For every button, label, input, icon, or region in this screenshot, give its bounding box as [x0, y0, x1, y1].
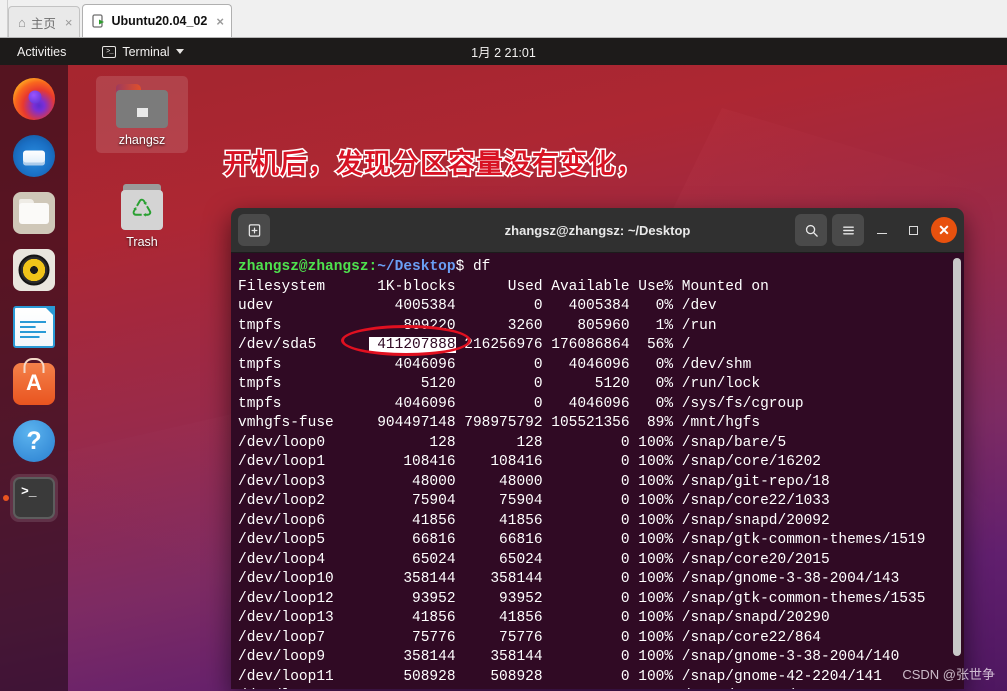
- terminal-icon: >_: [102, 45, 117, 58]
- dock-item-ubuntu-software[interactable]: [10, 360, 58, 408]
- terminal-header-controls: ✕: [795, 214, 957, 246]
- screen: ⌂ 主页 × Ubuntu20.04_02 × Activities >_ Te: [0, 0, 1007, 691]
- close-icon[interactable]: ✕: [931, 217, 957, 243]
- desktop-icon-trash[interactable]: Trash: [96, 176, 188, 255]
- vm-tab-bar: ⌂ 主页 × Ubuntu20.04_02 ×: [0, 0, 1007, 38]
- minimize-icon[interactable]: [869, 217, 895, 243]
- ubuntu-software-icon: [13, 363, 55, 405]
- home-icon: ⌂: [18, 14, 26, 30]
- vm-tab-home[interactable]: ⌂ 主页 ×: [8, 6, 81, 37]
- desktop-icon-home-folder[interactable]: zhangsz: [96, 76, 188, 153]
- annotation-text-label: 开机后，发现分区容量没有变化，: [223, 148, 645, 181]
- tab-bar-stub: [0, 0, 8, 37]
- home-folder-icon: [116, 84, 168, 128]
- vm-tab-ubuntu-label: Ubuntu20.04_02: [111, 14, 208, 28]
- clock[interactable]: 1月 2 21:01: [471, 42, 536, 61]
- firefox-icon: [13, 78, 55, 120]
- files-icon: [13, 192, 55, 234]
- vm-tab-home-close-icon[interactable]: ×: [65, 16, 73, 29]
- dock-item-files[interactable]: [10, 189, 58, 237]
- desktop-icon-home-folder-label: zhangsz: [118, 133, 166, 147]
- annotation-text: 开机后，发现分区容量没有变化，: [223, 142, 645, 181]
- dock-item-help[interactable]: [10, 417, 58, 465]
- vm-tab-home-label: 主页: [30, 16, 56, 31]
- vm-tab-ubuntu-close-icon[interactable]: ×: [216, 15, 224, 28]
- terminal-body[interactable]: zhangsz@zhangsz:~/Desktop$ df Filesystem…: [231, 253, 964, 689]
- vm-power-icon: [92, 14, 106, 28]
- gnome-top-bar: Activities >_ Terminal 1月 2 21:01: [0, 38, 1007, 65]
- trash-icon: [121, 184, 163, 230]
- dock-item-firefox[interactable]: [10, 75, 58, 123]
- chevron-down-icon: [175, 49, 184, 54]
- watermark: CSDN @张世争: [902, 667, 995, 682]
- ubuntu-desktop[interactable]: Activities >_ Terminal 1月 2 21:01 A ? >_…: [0, 38, 1007, 691]
- help-icon: [13, 420, 55, 462]
- app-menu-label: Terminal: [122, 44, 170, 59]
- terminal-title-bar[interactable]: zhangsz@zhangsz: ~/Desktop ✕: [231, 208, 964, 253]
- vm-tab-ubuntu[interactable]: Ubuntu20.04_02 ×: [82, 4, 232, 37]
- terminal-output: zhangsz@zhangsz:~/Desktop$ df Filesystem…: [238, 259, 926, 689]
- search-icon[interactable]: [795, 214, 827, 246]
- thunderbird-icon: [13, 135, 55, 177]
- dock: [0, 65, 68, 691]
- new-tab-icon[interactable]: [238, 214, 270, 246]
- terminal-scrollbar[interactable]: [953, 258, 961, 656]
- dock-item-thunderbird[interactable]: [10, 132, 58, 180]
- app-menu-button[interactable]: >_ Terminal: [102, 44, 184, 59]
- hamburger-menu-icon[interactable]: [832, 214, 864, 246]
- desktop-icon-trash-label: Trash: [126, 235, 158, 249]
- maximize-icon[interactable]: [900, 217, 926, 243]
- terminal-app-icon: [13, 477, 55, 519]
- activities-button[interactable]: Activities: [17, 45, 66, 59]
- libreoffice-impress-icon: [13, 306, 55, 348]
- terminal-window[interactable]: zhangsz@zhangsz: ~/Desktop ✕ zhangsz@zha…: [231, 208, 964, 689]
- rhythmbox-icon: [13, 249, 55, 291]
- dock-item-rhythmbox[interactable]: [10, 246, 58, 294]
- dock-item-terminal[interactable]: [10, 474, 58, 522]
- dock-item-libreoffice-impress[interactable]: [10, 303, 58, 351]
